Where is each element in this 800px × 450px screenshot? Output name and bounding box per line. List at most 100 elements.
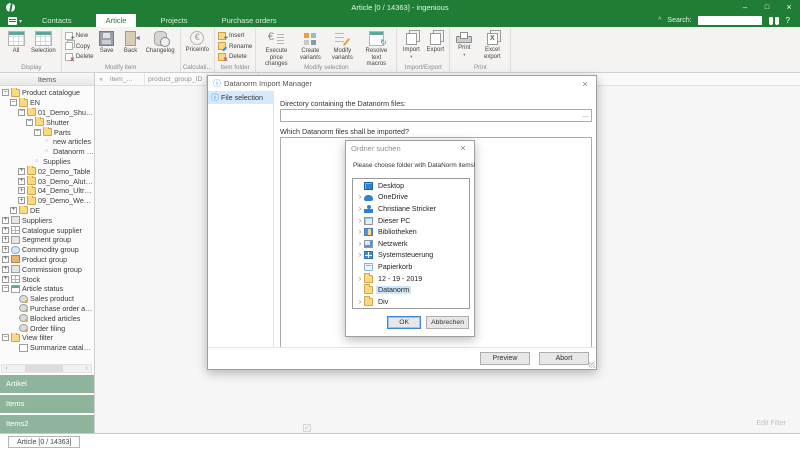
create-variants-button[interactable]: Create variants [295,29,325,62]
expander-icon[interactable] [26,119,33,126]
folder-item-systemsteuerung[interactable]: Systemsteuerung [353,250,469,262]
tree-item-purchase-order-article[interactable]: Purchase order article [0,304,94,314]
browse-button[interactable]: ... [579,112,591,119]
tree-item-product-group[interactable]: Product group [0,255,94,265]
tree-item-segment-group[interactable]: Segment group [0,235,94,245]
folder-item-papierkorb[interactable]: Papierkorb [353,261,469,273]
expander-icon[interactable] [18,178,25,185]
export-button[interactable]: Export [424,29,446,55]
expander-icon[interactable] [10,207,17,214]
tree-item-supplies[interactable]: Supplies [0,157,94,167]
folder-item-12-19-2019[interactable]: 12 - 19 - 2019 [353,273,469,285]
search-input[interactable] [698,16,762,25]
expander-icon[interactable] [2,334,9,341]
chevron-right-icon[interactable] [356,275,364,283]
save-button[interactable]: Save [96,29,118,56]
tree-item-04-demo-ultralite-doors[interactable]: 04_Demo_Ultralite-Doors [0,186,94,196]
rename-folder-button[interactable]: Rename [218,42,252,51]
abort-button[interactable]: Abort [539,352,589,365]
folder-item-dieser-pc[interactable]: Dieser PC [353,215,469,227]
expander-icon[interactable] [2,236,9,243]
tab-purchase-orders[interactable]: Purchase orders [212,14,287,27]
expander-icon[interactable] [18,197,25,204]
expander-icon[interactable] [34,129,41,136]
binoculars-icon[interactable] [768,17,780,25]
folder-item-div[interactable]: Div [353,296,469,308]
delete-folder-button[interactable]: Delete [218,52,252,61]
print-button[interactable]: Print [453,29,475,59]
folder-item-bibliotheken[interactable]: Bibliotheken [353,226,469,238]
close-icon[interactable] [457,143,469,153]
column-header[interactable]: product_group_ID [145,73,207,85]
chevron-right-icon[interactable] [356,193,364,201]
tree-item-de[interactable]: DE [0,206,94,216]
scroll-left-icon[interactable]: ‹ [2,365,11,372]
tree-item-stock[interactable]: Stock [0,274,94,284]
tree-item-commission-group[interactable]: Commission group [0,264,94,274]
close-icon[interactable] [778,0,800,14]
changelog-button[interactable]: Changelog [144,29,177,56]
preview-button[interactable]: Preview [480,352,530,365]
edit-filter-link[interactable]: Edit Filter [756,420,786,427]
sidebar-horizontal-scrollbar[interactable]: ‹ › [1,364,92,373]
expander-icon[interactable] [2,246,9,253]
bottom-tab-article[interactable]: Article [0 / 14363] [8,436,80,448]
chevron-right-icon[interactable] [356,240,364,248]
tree-item-en[interactable]: EN [0,98,94,108]
expander-icon[interactable] [2,227,9,234]
expander-icon[interactable] [2,276,9,283]
insert-folder-button[interactable]: Insert [218,31,252,40]
collapse-sidebar-icon[interactable] [95,76,107,83]
expander-icon[interactable] [18,168,25,175]
tree-item-02-demo-table[interactable]: 02_Demo_Table [0,166,94,176]
folder-item-onedrive[interactable]: OneDrive [353,192,469,204]
expander-icon[interactable] [2,256,9,263]
priceinfo-button[interactable]: Priceinfo [184,29,211,55]
tree-item-09-demo-webcontrols[interactable]: 09_Demo_Webcontrols [0,196,94,206]
execute-price-changes-button[interactable]: Execute price changes [259,29,293,69]
maximize-icon[interactable] [756,0,778,14]
nav-item-file-selection[interactable]: File selection [208,91,273,104]
directory-input[interactable] [281,112,579,119]
resize-grip[interactable] [589,362,595,368]
tree-item-product-catalogue[interactable]: Product catalogue [0,88,94,98]
import-button[interactable]: Import [400,29,422,61]
tree-item-article-status[interactable]: Article status [0,284,94,294]
tree-item-new-articles[interactable]: new articles [0,137,94,147]
chevron-right-icon[interactable] [356,251,364,259]
tree-item-view-filter[interactable]: View filter [0,333,94,343]
tree-item-parts[interactable]: Parts [0,127,94,137]
help-icon[interactable]: ? [786,16,790,25]
filter-checkbox[interactable] [303,424,311,432]
tree-item-03-demo-alutech[interactable]: 03_Demo_Alutech [0,176,94,186]
close-icon[interactable] [579,79,591,89]
scrollbar-thumb[interactable] [25,365,63,372]
column-header[interactable]: item_... [107,73,145,85]
tree-item-suppliers[interactable]: Suppliers [0,215,94,225]
chevron-right-icon[interactable] [356,205,364,213]
summarize-catalogue-checkbox[interactable] [19,344,28,352]
folder-item-datanorm-selected[interactable]: Datanorm [353,284,469,296]
tree-item-summarize-catalogue[interactable]: Summarize catalogue [0,343,94,353]
chevron-right-icon[interactable] [356,228,364,236]
back-button[interactable]: Back [120,29,142,56]
excel-export-button[interactable]: Excel export [477,29,507,61]
app-menu-button[interactable] [8,14,22,27]
chevron-right-icon[interactable] [356,217,364,225]
copy-button[interactable]: Copy [65,42,94,51]
expander-icon[interactable] [10,99,17,106]
folder-item-user[interactable]: Christiane Stricker [353,203,469,215]
tree-item-shutter[interactable]: Shutter [0,117,94,127]
tree-item-commodity-group[interactable]: Commodity group [0,245,94,255]
tree-item-blocked-articles[interactable]: Blocked articles [0,313,94,323]
tree-item-datanorm-import[interactable]: Datanorm import [0,147,94,157]
new-button[interactable]: New [65,31,94,40]
tree-item-catalogue-supplier[interactable]: Catalogue supplier [0,225,94,235]
expander-icon[interactable] [2,89,9,96]
modify-variants-button[interactable]: Modify variants [327,29,357,62]
delete-button[interactable]: Delete [65,52,94,61]
folder-item-desktop[interactable]: Desktop [353,180,469,192]
tab-contacts[interactable]: Contacts [32,14,82,27]
tab-article[interactable]: Article [96,14,137,27]
expander-icon[interactable] [2,285,9,292]
